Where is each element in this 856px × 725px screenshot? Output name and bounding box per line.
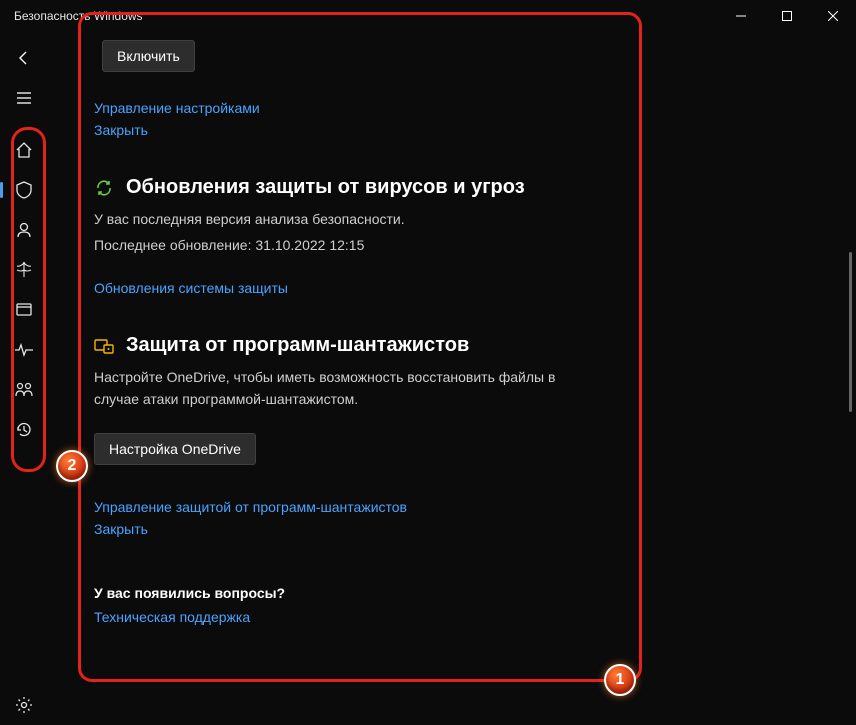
close-link-top[interactable]: Закрыть xyxy=(94,122,816,138)
support-link[interactable]: Техническая поддержка xyxy=(94,609,816,625)
manage-settings-link[interactable]: Управление настройками xyxy=(94,100,816,116)
sidebar-home[interactable] xyxy=(0,130,48,170)
help-title: У вас появились вопросы? xyxy=(94,585,816,601)
sidebar-virus-protection[interactable] xyxy=(0,170,48,210)
sidebar-account[interactable] xyxy=(0,210,48,250)
ransomware-title: Защита от программ-шантажистов xyxy=(126,334,469,357)
onedrive-setup-button[interactable]: Настройка OneDrive xyxy=(94,433,256,465)
updates-title: Обновления защиты от вирусов и угроз xyxy=(126,176,525,199)
ransomware-desc: Настройте OneDrive, чтобы иметь возможно… xyxy=(94,367,584,410)
window-title: Безопасность Windows xyxy=(14,9,143,23)
sidebar-firewall[interactable] xyxy=(0,250,48,290)
main-content: Включить Управление настройками Закрыть … xyxy=(48,32,856,725)
minimize-button[interactable] xyxy=(718,0,764,32)
sidebar-device-health[interactable] xyxy=(0,330,48,370)
manage-ransomware-link[interactable]: Управление защитой от программ-шантажист… xyxy=(94,499,816,515)
scrollbar[interactable] xyxy=(849,252,852,412)
updates-section: Обновления защиты от вирусов и угроз У в… xyxy=(94,176,816,296)
close-link-ransomware[interactable]: Закрыть xyxy=(94,521,816,537)
refresh-icon xyxy=(94,179,114,197)
title-bar: Безопасность Windows xyxy=(0,0,856,32)
menu-button[interactable] xyxy=(0,78,48,118)
close-button[interactable] xyxy=(810,0,856,32)
help-section: У вас появились вопросы? Техническая под… xyxy=(94,585,816,625)
sidebar-family[interactable] xyxy=(0,370,48,410)
updates-status: У вас последняя версия анализа безопасно… xyxy=(94,209,816,231)
back-button[interactable] xyxy=(0,38,48,78)
sidebar-app-browser[interactable] xyxy=(0,290,48,330)
annotation-callout-1: 1 xyxy=(604,664,636,696)
maximize-button[interactable] xyxy=(764,0,810,32)
ransomware-section: Защита от программ-шантажистов Настройте… xyxy=(94,334,816,536)
ransomware-icon xyxy=(94,337,114,355)
sidebar xyxy=(0,32,48,725)
updates-last: Последнее обновление: 31.10.2022 12:15 xyxy=(94,235,816,257)
enable-button[interactable]: Включить xyxy=(102,40,195,72)
window-controls xyxy=(718,0,856,32)
sidebar-history[interactable] xyxy=(0,410,48,450)
sidebar-settings[interactable] xyxy=(0,685,48,725)
updates-link[interactable]: Обновления системы защиты xyxy=(94,280,816,296)
annotation-callout-2: 2 xyxy=(56,450,88,482)
